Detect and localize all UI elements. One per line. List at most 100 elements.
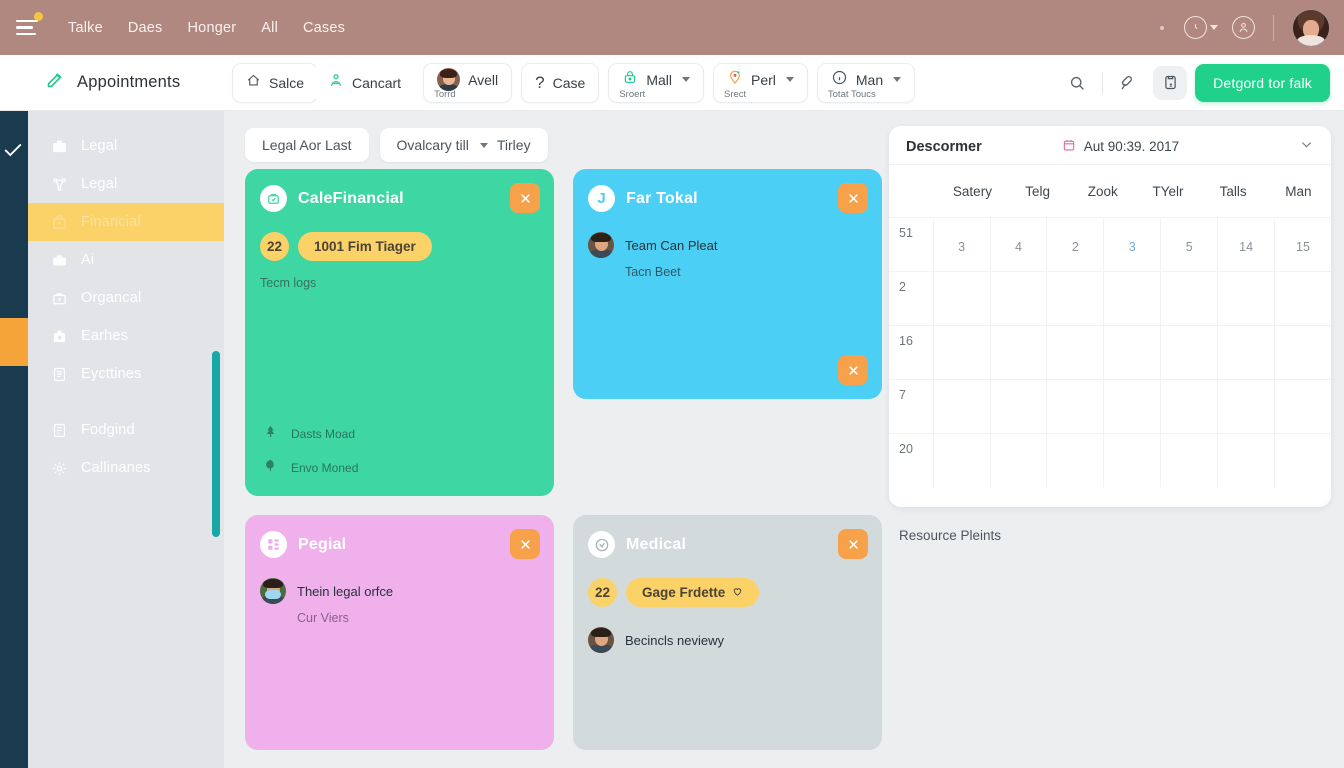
schedule-cell[interactable] [932,434,990,487]
schedule-cell[interactable] [989,326,1047,379]
sidebar-item-legal-2[interactable]: Legal [28,165,224,203]
card-pill-label[interactable]: 1001 Fim Tiager [298,232,432,261]
check-circle-icon [588,531,615,558]
schedule-cell[interactable] [1046,326,1103,379]
card-medical[interactable]: Medical 22 Gage Frdette Becincls neviewy [573,515,882,750]
hamburger-line [16,19,38,23]
schedule-cell[interactable] [1274,326,1331,379]
schedule-cell[interactable] [1217,380,1274,433]
schedule-cell[interactable] [1217,434,1274,487]
schedule-cell[interactable] [1274,272,1331,325]
sidebar-item-ai[interactable]: Ai [28,241,224,279]
hamburger-line [16,32,36,36]
topnav-item-3[interactable]: All [261,20,278,36]
schedule-cell[interactable]: 5 [1160,218,1217,271]
divider [1102,71,1104,94]
schedule-cell[interactable]: 14 [1217,218,1274,271]
schedule-cell[interactable]: 15 [1274,218,1331,271]
topnav-item-1[interactable]: Daes [128,20,163,36]
filter-chip-overlay[interactable]: Ovalcary till Tirley [379,128,548,162]
card-close-button[interactable] [838,183,868,213]
card-status-row: Dasts Moad [263,424,358,444]
schedule-cell[interactable] [1274,380,1331,433]
sidebar-item-organcal[interactable]: Organcal [28,279,224,317]
card-person-row: Team Can Pleat [588,232,867,258]
card-pegial[interactable]: Pegial Thein legal orfce Cur Viers [245,515,554,750]
card-financial[interactable]: CaleFinancial 22 1001 Fim Tiager Tecm lo… [245,169,554,496]
schedule-cell[interactable] [989,272,1047,325]
filter-chip-legal[interactable]: Legal Aor Last [245,128,369,162]
schedule-cell[interactable] [1274,434,1331,487]
topnav-item-2[interactable]: Honger [188,20,237,36]
sidebar-item-fodgind[interactable]: Fodgind [28,411,224,449]
toolbar-button-salce[interactable]: Salce [232,62,319,103]
toolbar-button-avell[interactable]: Avell Torrd [423,62,513,103]
toolbar-button-perl[interactable]: Perl Srect [712,62,808,103]
card-close-button-secondary[interactable] [838,355,868,385]
schedule-cell[interactable] [1103,380,1160,433]
schedule-cell[interactable] [932,272,990,325]
topnav-item-4[interactable]: Cases [303,20,345,36]
sidebar-item-label: Financial [81,214,141,230]
schedule-panel-header: Descormer Aut 90:39. 2017 [889,129,1331,165]
schedule-cell[interactable]: 3 [1103,218,1160,271]
pen-icon[interactable] [1111,66,1145,100]
schedule-cell[interactable] [932,326,990,379]
schedule-cell[interactable] [1160,326,1217,379]
schedule-cell[interactable] [1103,434,1160,487]
schedule-cell-value: 4 [1014,240,1022,254]
schedule-cell[interactable] [1103,326,1160,379]
sidebar-item-legal-1[interactable]: Legal [28,127,224,165]
toolbar-button-cancart[interactable]: Cancart [315,62,415,103]
schedule-column-headers: Satery Telg Zook TYelr Talls Man [889,165,1331,217]
heart-icon [732,585,743,600]
card-close-button[interactable] [510,529,540,559]
schedule-cell[interactable] [989,380,1047,433]
toolbar-button-mall[interactable]: Mall Sroert [608,62,704,103]
schedule-cell[interactable] [1046,272,1103,325]
topnav-item-0[interactable]: Talke [68,20,103,36]
schedule-cell[interactable]: 4 [989,218,1047,271]
schedule-cell-value: 3 [1128,240,1136,254]
schedule-cell[interactable] [932,380,990,433]
clock-menu-button[interactable] [1184,16,1218,39]
schedule-cell[interactable] [1103,272,1160,325]
card-note: Cur Viers [297,611,349,625]
sidebar-item-earhes[interactable]: Earhes [28,317,224,355]
schedule-panel-title: Descormer [906,138,982,155]
sidebar: Legal Legal Financial Ai Organcal Earhes [28,111,224,768]
schedule-cell[interactable]: 3 [932,218,990,271]
schedule-cell[interactable] [1160,434,1217,487]
toolbar-button-man[interactable]: Man Totat Toucs [816,62,916,103]
note-lock-icon[interactable] [1153,65,1188,100]
hamburger-menu-button[interactable] [10,11,44,45]
card-close-button[interactable] [838,529,868,559]
primary-cta-button[interactable]: Detgord tor falk [1195,63,1330,102]
toolbar-button-case[interactable]: ? Case [521,62,600,103]
user-circle-icon[interactable] [1232,16,1255,39]
search-icon[interactable] [1060,66,1094,100]
avatar[interactable] [1292,8,1330,47]
card-close-button[interactable] [510,183,540,213]
schedule-cell[interactable] [1046,380,1103,433]
bag-icon [51,214,68,231]
sidebar-scrollbar[interactable] [212,351,220,537]
sidebar-item-callinanes[interactable]: Callinanes [28,449,224,487]
schedule-cell[interactable] [1046,434,1103,487]
schedule-date[interactable]: Aut 90:39. 2017 [1062,138,1179,155]
schedule-cell[interactable] [1160,380,1217,433]
schedule-cell[interactable] [1217,326,1274,379]
chevron-down-icon[interactable] [1299,137,1314,157]
suitcase-icon [51,328,68,345]
schedule-row-header: 20 [889,434,933,487]
sidebar-item-financial[interactable]: Financial [28,203,224,241]
schedule-row-label: 2 [899,280,906,294]
schedule-cell[interactable] [989,434,1047,487]
card-pill-label[interactable]: Gage Frdette [626,578,760,607]
schedule-cell[interactable]: 2 [1046,218,1103,271]
schedule-cell[interactable] [1217,272,1274,325]
sidebar-item-eycttines[interactable]: Eycttines [28,355,224,393]
card-far-tokal[interactable]: J Far Tokal Team Can Pleat Tacn Beet [573,169,882,399]
schedule-cell[interactable] [1160,272,1217,325]
card-header: CaleFinancial [260,185,539,212]
